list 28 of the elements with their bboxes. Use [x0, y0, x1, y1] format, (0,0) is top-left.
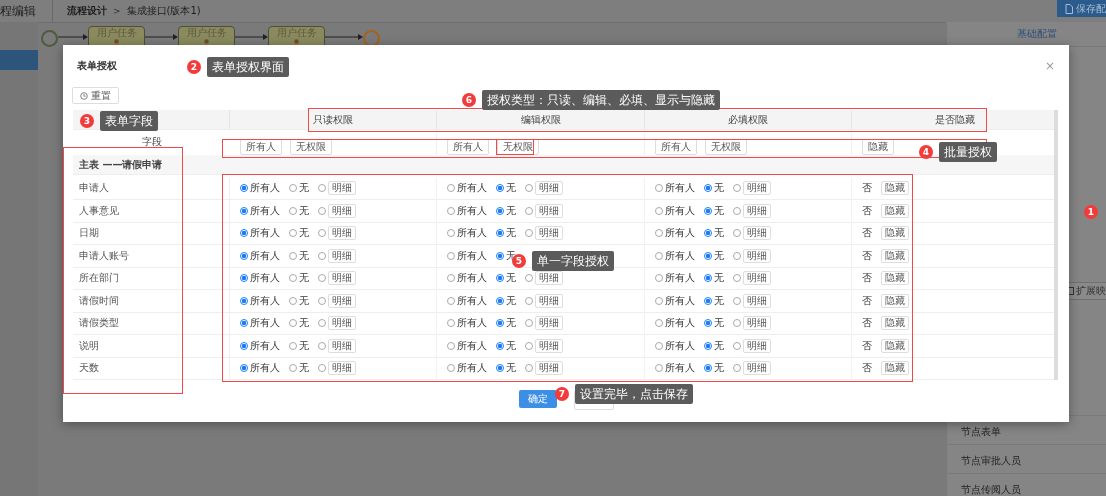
field-name: 所在部门 — [73, 267, 230, 290]
hidden-value: 否 — [862, 226, 872, 241]
field-name: 申请人账号 — [73, 245, 230, 268]
hidden-value: 否 — [862, 293, 872, 308]
column-header: 只读权限 — [230, 110, 437, 130]
hidden-value: 否 — [862, 181, 872, 196]
field-name: 日期 — [73, 222, 230, 245]
breadcrumb-separator: > — [113, 6, 121, 16]
hidden-value: 否 — [862, 271, 872, 286]
callout-tooltip: 表单授权界面 — [207, 57, 289, 77]
field-name: 申请人 — [73, 177, 230, 200]
hidden-value: 否 — [862, 338, 872, 353]
callout-tooltip: 授权类型：只读、编辑、必填、显示与隐藏 — [482, 90, 720, 110]
hidden-value: 否 — [862, 248, 872, 263]
field-name: 请假时间 — [73, 290, 230, 313]
callout-tooltip: 表单字段 — [100, 111, 158, 131]
field-name: 人事意见 — [73, 200, 230, 223]
column-header: 必填权限 — [645, 110, 852, 130]
hidden-value: 否 — [862, 316, 872, 331]
dialog-title: 表单授权 — [77, 59, 117, 73]
hidden-value: 否 — [862, 361, 872, 376]
callout-tooltip: 单一字段授权 — [532, 251, 614, 271]
field-name: 天数 — [73, 357, 230, 380]
column-header: 编辑权限 — [437, 110, 645, 130]
field-name: 请假类型 — [73, 312, 230, 335]
hidden-value: 否 — [862, 203, 872, 218]
field-name: 说明 — [73, 335, 230, 358]
callout-tooltip: 设置完毕，点击保存 — [575, 384, 693, 404]
